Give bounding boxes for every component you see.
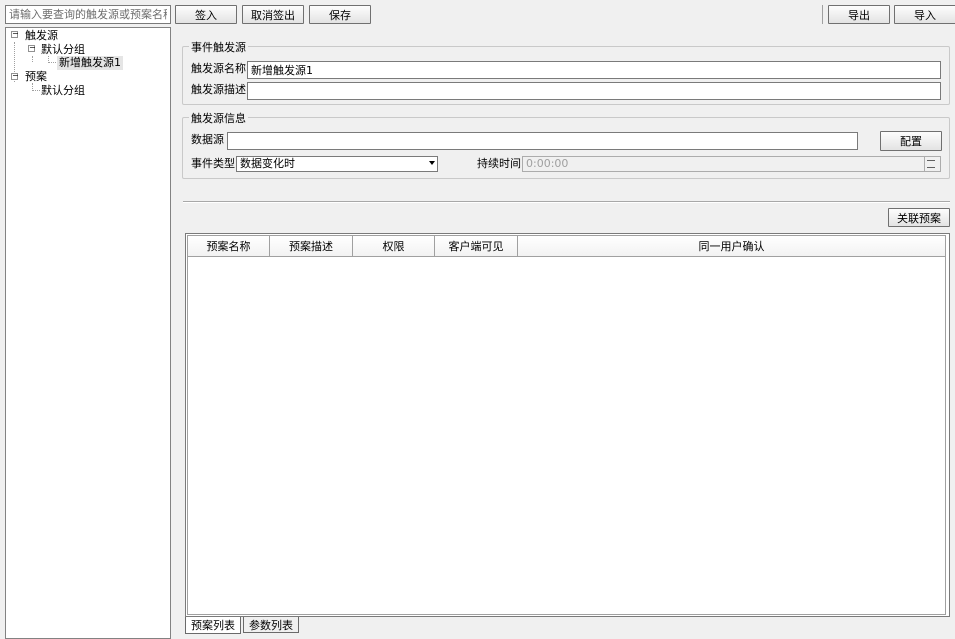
- source-desc-input[interactable]: [247, 82, 941, 100]
- tab-param-list[interactable]: 参数列表: [243, 617, 299, 633]
- event-type-label: 事件类型: [191, 157, 235, 170]
- trigger-info-title: 触发源信息: [189, 110, 248, 126]
- event-type-select[interactable]: 数据变化时: [236, 156, 438, 172]
- toolbar-separator: [822, 5, 823, 24]
- tree-line: [32, 56, 33, 62]
- section-divider: [183, 201, 950, 203]
- plans-grid-inner: [187, 235, 946, 615]
- import-button[interactable]: 导入: [894, 5, 955, 24]
- tree-panel: − 触发源 − 默认分组 新增触发源1 − 预案 默认分组: [5, 27, 171, 639]
- column-header-plan-desc[interactable]: 预案描述: [270, 236, 353, 256]
- source-name-input[interactable]: [247, 61, 941, 79]
- search-input[interactable]: [5, 5, 171, 24]
- source-name-label: 触发源名称: [191, 62, 246, 75]
- datasource-label: 数据源: [191, 133, 224, 146]
- tree-node-trigger-item[interactable]: 新增触发源1: [57, 56, 123, 70]
- export-button[interactable]: 导出: [828, 5, 890, 24]
- datasource-input[interactable]: [227, 132, 858, 150]
- save-button[interactable]: 保存: [309, 5, 371, 24]
- tree-line: [32, 90, 40, 91]
- checkin-button[interactable]: 签入: [175, 5, 237, 24]
- collapse-icon[interactable]: −: [11, 72, 19, 80]
- config-button[interactable]: 配置: [880, 131, 942, 151]
- column-header-plan-name[interactable]: 预案名称: [188, 236, 270, 256]
- spinner-down-icon: [927, 167, 935, 168]
- spinner-buttons[interactable]: [924, 157, 940, 171]
- plans-grid-header: 预案名称 预案描述 权限 客户端可见 同一用户确认: [188, 236, 945, 257]
- duration-value: 0:00:00: [526, 157, 569, 170]
- collapse-icon[interactable]: −: [28, 44, 36, 52]
- column-header-same-user-confirm[interactable]: 同一用户确认: [518, 236, 945, 256]
- tab-plan-list[interactable]: 预案列表: [185, 617, 241, 634]
- cancel-checkout-button[interactable]: 取消签出: [242, 5, 304, 24]
- dropdown-arrow-icon: [429, 161, 435, 165]
- event-type-value: 数据变化时: [240, 157, 295, 170]
- spinner-up-icon: [927, 160, 935, 161]
- tree-node-triggers[interactable]: 触发源: [25, 29, 58, 43]
- tree-node-plans-default-group[interactable]: 默认分组: [41, 84, 85, 98]
- source-desc-label: 触发源描述: [191, 83, 246, 96]
- tree-line: [48, 62, 56, 63]
- link-plan-button[interactable]: 关联预案: [888, 208, 950, 227]
- tree-node-triggers-default-group[interactable]: 默认分组: [41, 43, 85, 57]
- duration-label: 持续时间: [477, 157, 521, 170]
- event-source-title: 事件触发源: [189, 39, 248, 55]
- tree-node-plans[interactable]: 预案: [25, 70, 47, 84]
- column-header-client-visible[interactable]: 客户端可见: [435, 236, 518, 256]
- duration-spinner[interactable]: 0:00:00: [522, 156, 941, 172]
- collapse-icon[interactable]: −: [11, 30, 19, 38]
- column-header-permission[interactable]: 权限: [353, 236, 435, 256]
